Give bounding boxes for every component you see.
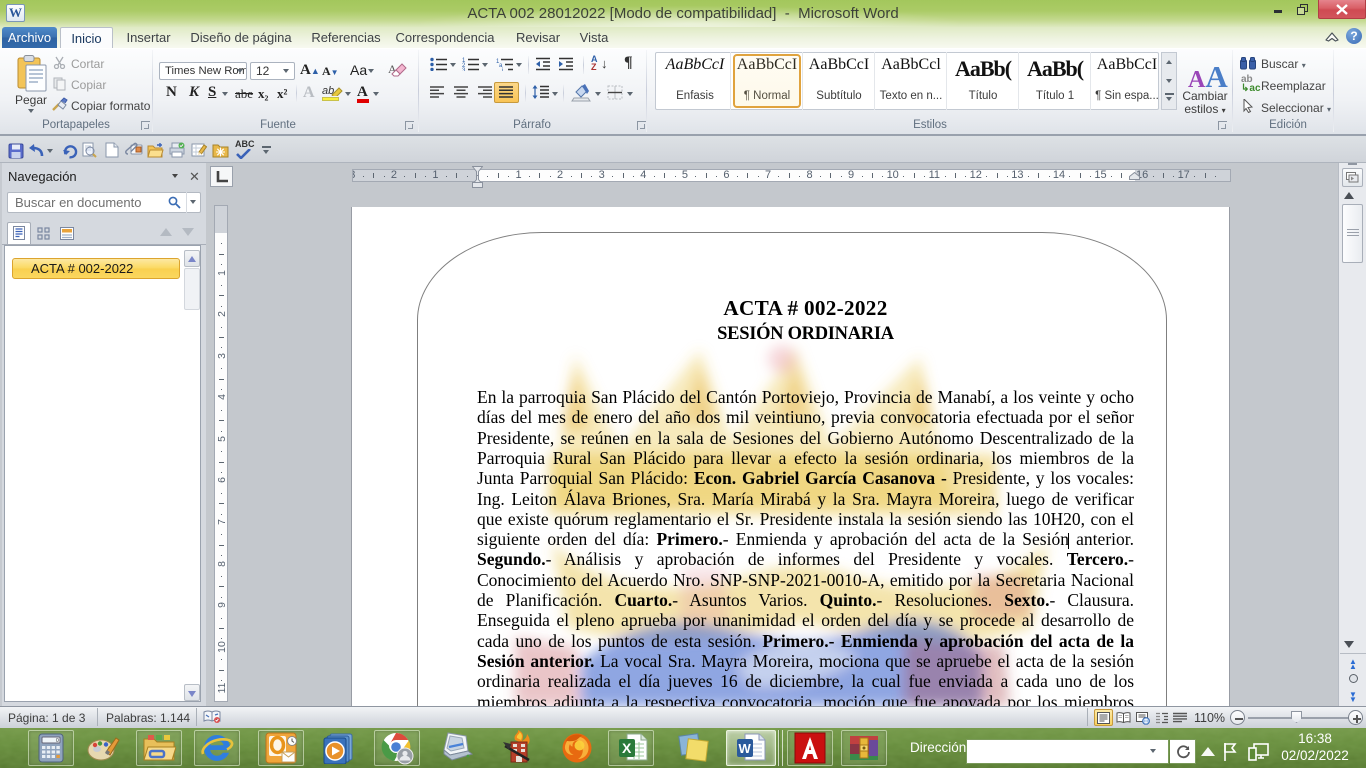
svg-text:X: X <box>622 740 632 756</box>
svg-text:i: i <box>502 68 503 71</box>
svg-text:W: W <box>739 741 752 756</box>
svg-text:3: 3 <box>462 68 466 71</box>
svg-text:0: 0 <box>56 738 59 744</box>
